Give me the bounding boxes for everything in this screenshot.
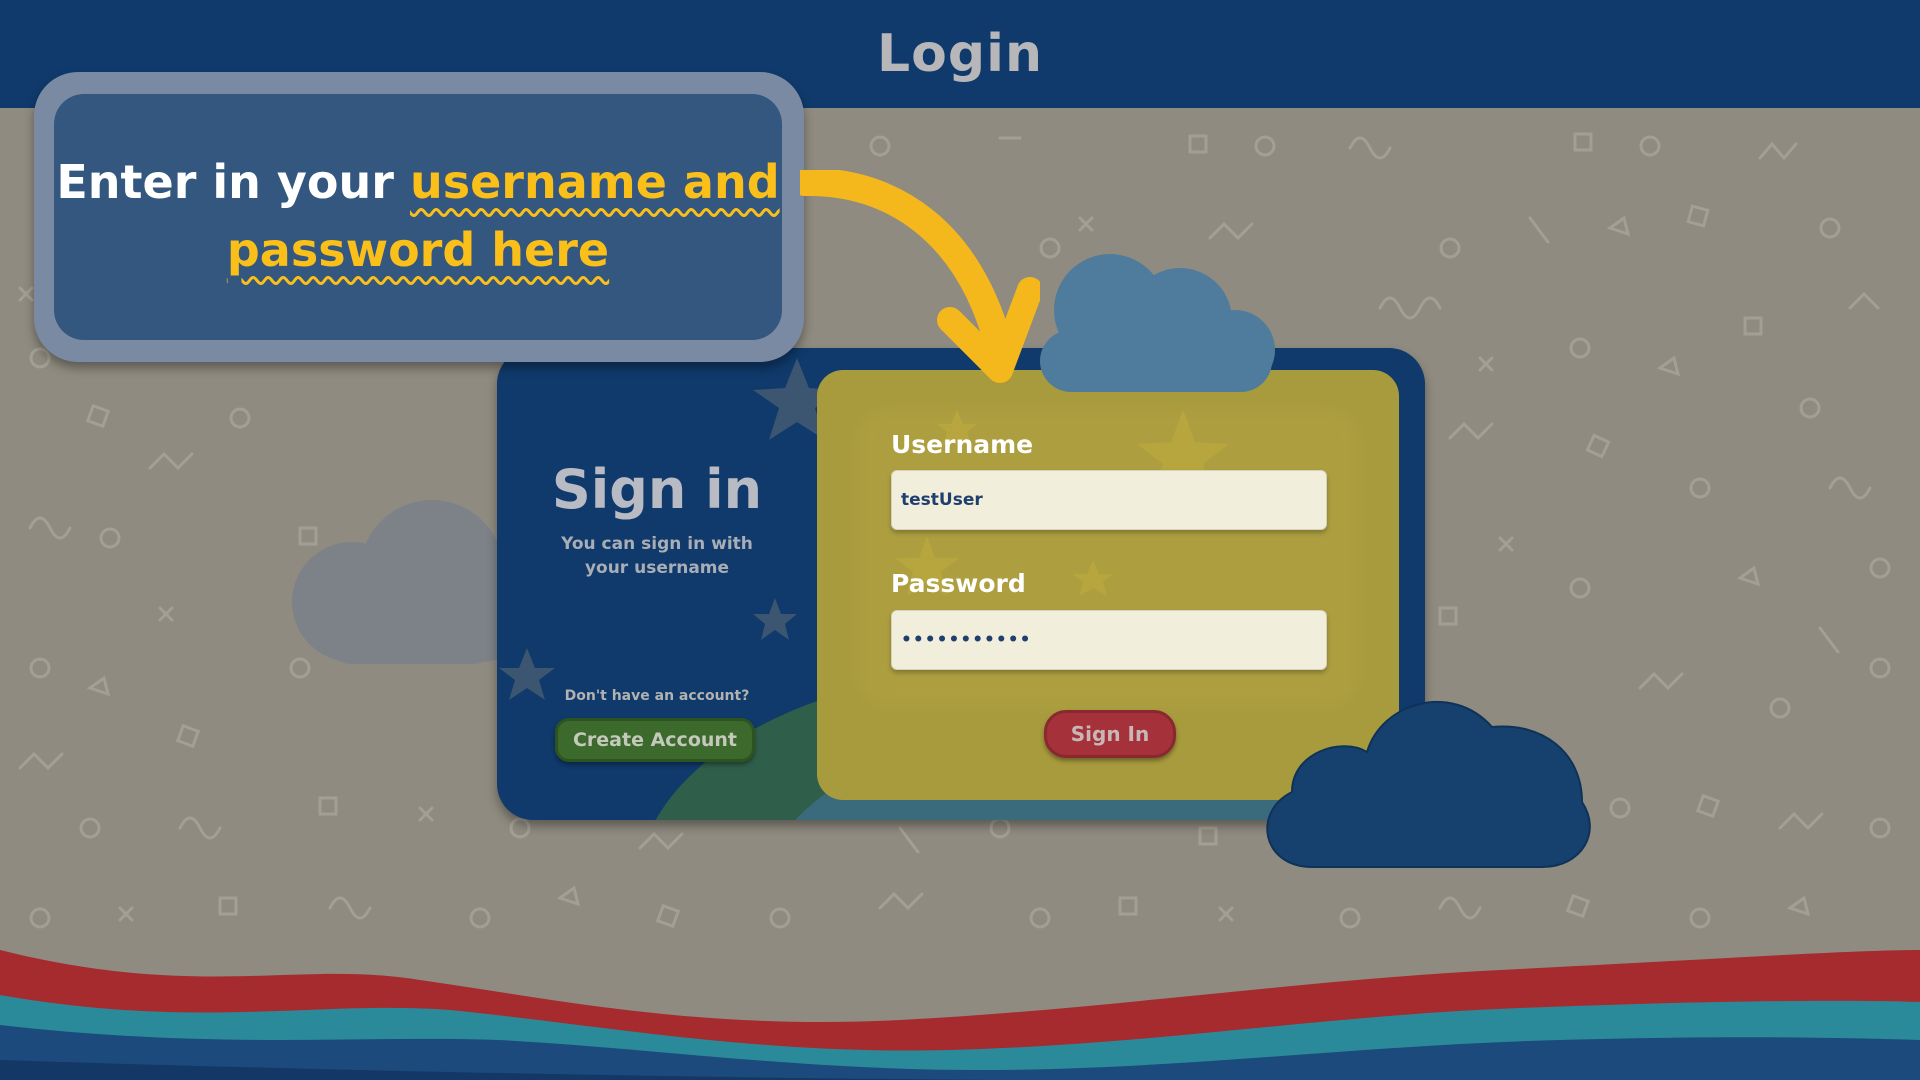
signin-button[interactable]: Sign In [1044,710,1176,758]
cloud-decoration-left [292,500,522,664]
wave-decoration [0,950,1920,1080]
password-label: Password [891,569,1026,598]
create-account-button[interactable]: Create Account [555,718,755,762]
page-title: Login [877,24,1043,84]
username-label: Username [891,430,1034,459]
signin-subtitle: You can sign in with your username [561,534,753,578]
pointer-arrow-icon [800,170,1040,383]
no-account-text: Don't have an account? [564,688,750,704]
tutorial-text: Enter in your username and password here [54,148,782,284]
username-input[interactable]: testUser [891,470,1327,530]
signin-heading: Sign in [551,458,763,521]
cloud-decoration-top [1040,254,1275,392]
tutorial-text-prefix: Enter in your [56,155,410,209]
password-input[interactable]: ••••••••••• [891,610,1327,670]
cloud-decoration-right [1266,701,1591,868]
